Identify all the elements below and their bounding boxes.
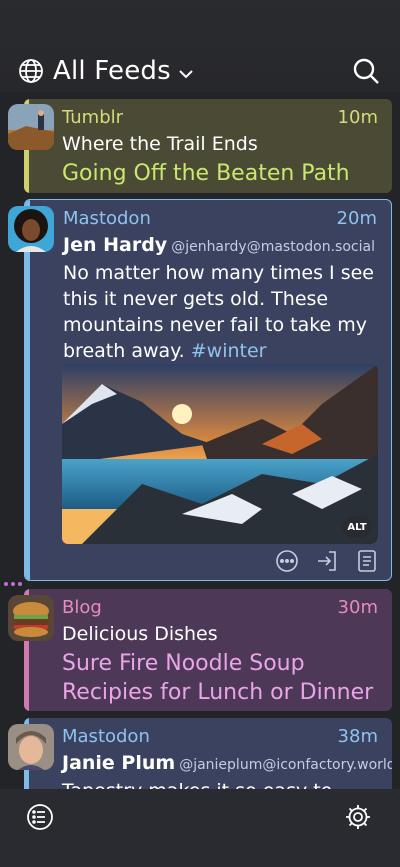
author-name: Jen Hardy (63, 234, 168, 256)
feed-item[interactable]: Mastodon 20m Jen Hardy @jenhardy@mastodon… (24, 199, 392, 581)
avatar[interactable] (8, 206, 54, 252)
bottom-toolbar (0, 789, 400, 867)
chevron-down-icon (179, 70, 193, 79)
timestamp: 10m (337, 107, 378, 128)
unread-indicator (4, 582, 22, 586)
feed-item[interactable]: Tumblr 10m Where the Trail Ends Going Of… (24, 99, 392, 193)
open-link-icon[interactable] (315, 549, 339, 573)
source-label: Mastodon (62, 726, 150, 747)
list-icon[interactable] (26, 803, 54, 831)
author-handle: @jenhardy@mastodon.social (171, 239, 375, 255)
source-label: Blog (62, 597, 102, 618)
author-name: Janie Plum (62, 752, 176, 774)
timestamp: 30m (337, 597, 378, 618)
author-name: Where the Trail Ends (62, 133, 258, 155)
headline: Going Off the Beaten Path (62, 161, 350, 186)
alt-text-badge[interactable]: ALT (342, 516, 372, 538)
page-title: All Feeds (53, 56, 171, 86)
search-icon[interactable] (352, 57, 380, 85)
timestamp: 20m (336, 208, 377, 229)
feed-selector[interactable]: All Feeds (18, 56, 193, 86)
reader-icon[interactable] (355, 549, 379, 573)
globe-icon (19, 59, 43, 83)
post-image[interactable]: ALT (62, 364, 378, 544)
more-options-icon[interactable] (275, 549, 299, 573)
gear-icon[interactable] (344, 803, 372, 831)
headline: Sure Fire Noodle Soup Recipies for Lunch… (62, 651, 374, 705)
feed-item[interactable]: Blog 30m Delicious Dishes Sure Fire Nood… (24, 589, 392, 711)
source-label: Mastodon (63, 208, 151, 229)
avatar[interactable] (8, 104, 54, 150)
author-name: Delicious Dishes (62, 623, 218, 645)
source-label: Tumblr (62, 107, 124, 128)
post-body: No matter how many times I see this it n… (63, 262, 374, 362)
author-handle: @janieplum@iconfactory.world (179, 757, 392, 773)
hashtag-link[interactable]: #winter (191, 340, 267, 362)
timestamp: 38m (337, 726, 378, 747)
avatar[interactable] (8, 595, 54, 641)
top-bar: All Feeds (0, 0, 400, 92)
avatar[interactable] (8, 724, 54, 770)
source-color-bar (25, 200, 30, 580)
